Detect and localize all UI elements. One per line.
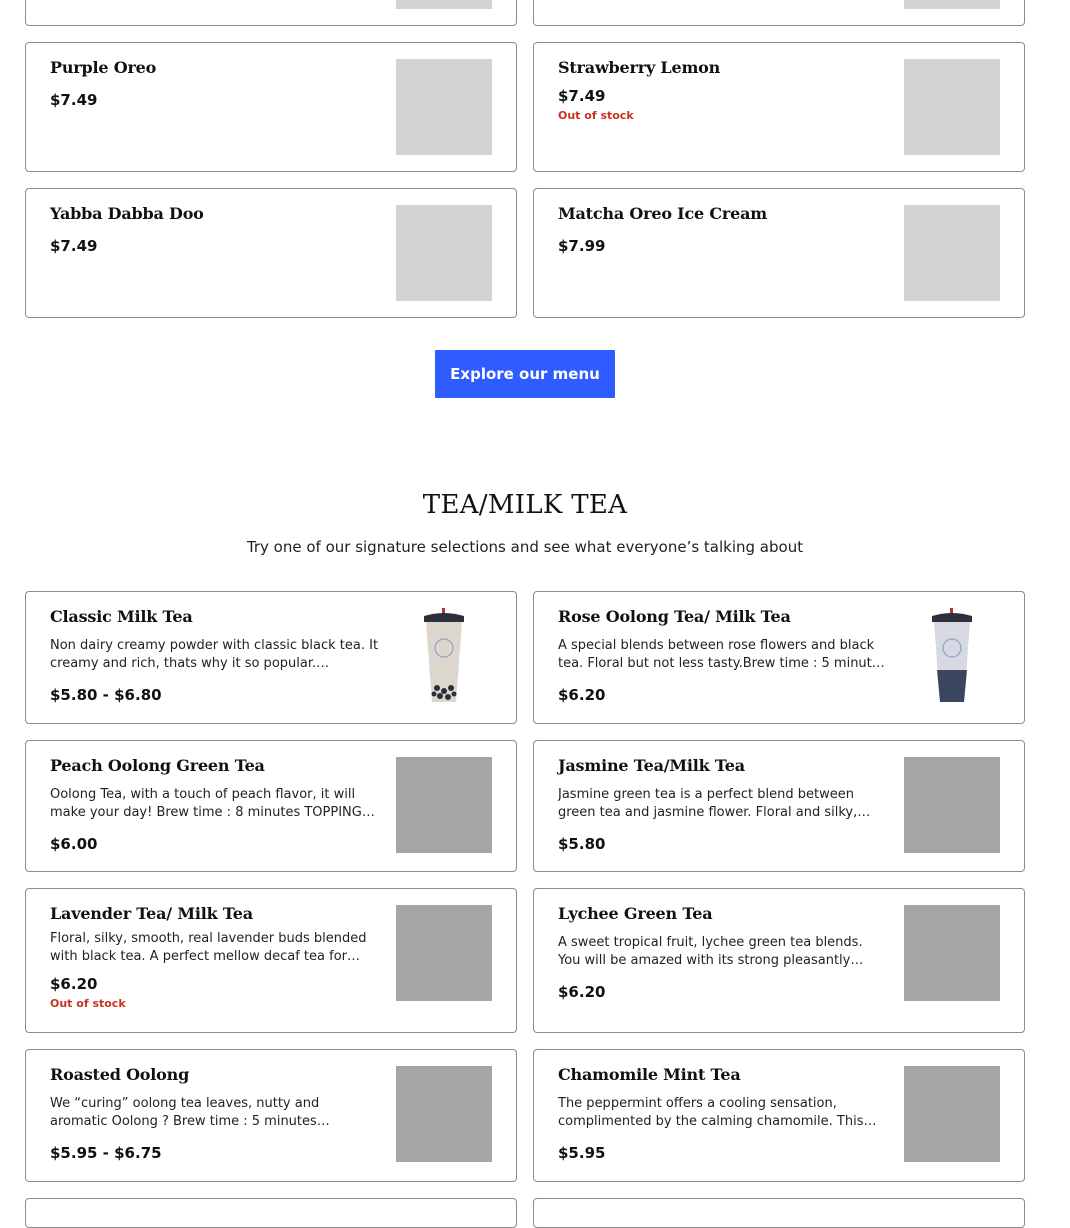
section-title: TEA/MILK TEA: [422, 490, 628, 520]
item-price: $7.49: [50, 237, 98, 255]
menu-item-card[interactable]: [25, 0, 517, 26]
item-name: Chamomile Mint Tea: [558, 1065, 741, 1084]
product-image-placeholder: [904, 0, 1000, 9]
product-image-placeholder: [904, 1066, 1000, 1162]
item-name: Rose Oolong Tea/ Milk Tea: [558, 607, 791, 626]
menu-item-card[interactable]: [25, 1198, 517, 1228]
menu-item-card[interactable]: [533, 1198, 1025, 1228]
menu-item-card[interactable]: Lychee Green Tea A sweet tropical fruit,…: [533, 888, 1025, 1033]
item-description: Oolong Tea, with a touch of peach flavor…: [50, 787, 371, 820]
item-description: Floral, silky, smooth, real lavender bud…: [50, 931, 367, 964]
product-image-placeholder: [396, 59, 492, 155]
product-image-placeholder: [396, 205, 492, 301]
item-price: $5.95 - $6.75: [50, 1144, 162, 1162]
product-image-placeholder: [904, 59, 1000, 155]
product-image-placeholder: [396, 0, 492, 9]
item-name: Purple Oreo: [50, 58, 157, 77]
item-description: We “curing” oolong tea leaves, nutty and…: [50, 1096, 320, 1129]
product-image-placeholder: [396, 905, 492, 1001]
item-description: A sweet tropical fruit, lychee green tea…: [558, 935, 863, 968]
menu-item-card[interactable]: [533, 0, 1025, 26]
milk-tea-cup-image: [396, 608, 492, 704]
item-price: $6.20: [558, 686, 606, 704]
explore-menu-button[interactable]: Explore our menu: [435, 350, 615, 398]
milk-tea-cup-image: [904, 608, 1000, 704]
item-price: $5.80: [558, 835, 606, 853]
section-subtitle: Try one of our signature selections and …: [246, 538, 804, 556]
item-price: $6.20: [558, 983, 606, 1001]
item-name: Lavender Tea/ Milk Tea: [50, 904, 253, 923]
item-description: A special blends between rose flowers an…: [558, 638, 887, 671]
product-image-placeholder: [396, 757, 492, 853]
item-price: $7.49: [50, 91, 98, 109]
out-of-stock-label: Out of stock: [558, 109, 634, 122]
menu-item-card[interactable]: Classic Milk Tea Non dairy creamy powder…: [25, 591, 517, 724]
item-name: Jasmine Tea/Milk Tea: [558, 756, 745, 775]
item-price: $5.95: [558, 1144, 606, 1162]
item-name: Strawberry Lemon: [558, 58, 721, 77]
item-price: $7.99: [558, 237, 606, 255]
item-price: $7.49: [558, 87, 606, 105]
item-name: Lychee Green Tea: [558, 904, 713, 923]
item-name: Matcha Oreo Ice Cream: [558, 204, 767, 223]
item-name: Roasted Oolong: [50, 1065, 190, 1084]
item-price: $6.20: [50, 975, 98, 993]
menu-item-card[interactable]: Matcha Oreo Ice Cream $7.99: [533, 188, 1025, 318]
item-name: Yabba Dabba Doo: [50, 204, 204, 223]
menu-item-card[interactable]: Strawberry Lemon $7.49 Out of stock: [533, 42, 1025, 172]
item-price: $6.00: [50, 835, 98, 853]
item-description: Jasmine green tea is a perfect blend bet…: [558, 787, 858, 820]
menu-item-card[interactable]: Lavender Tea/ Milk Tea Floral, silky, sm…: [25, 888, 517, 1033]
item-name: Classic Milk Tea: [50, 607, 193, 626]
item-name: Peach Oolong Green Tea: [50, 756, 265, 775]
menu-item-card[interactable]: Jasmine Tea/Milk Tea Jasmine green tea i…: [533, 740, 1025, 872]
menu-item-card[interactable]: Peach Oolong Green Tea Oolong Tea, with …: [25, 740, 517, 872]
product-image-placeholder: [904, 757, 1000, 853]
out-of-stock-label: Out of stock: [50, 997, 126, 1010]
product-image-placeholder: [904, 905, 1000, 1001]
item-description: Non dairy creamy powder with classic bla…: [50, 638, 379, 671]
menu-item-card[interactable]: Roasted Oolong We “curing” oolong tea le…: [25, 1049, 517, 1182]
menu-item-card[interactable]: Purple Oreo $7.49: [25, 42, 517, 172]
item-description: The peppermint offers a cooling sensatio…: [558, 1096, 864, 1129]
menu-item-card[interactable]: Chamomile Mint Tea The peppermint offers…: [533, 1049, 1025, 1182]
menu-item-card[interactable]: Yabba Dabba Doo $7.49: [25, 188, 517, 318]
product-image-placeholder: [904, 205, 1000, 301]
item-price: $5.80 - $6.80: [50, 686, 162, 704]
product-image-placeholder: [396, 1066, 492, 1162]
menu-item-card[interactable]: Rose Oolong Tea/ Milk Tea A special blen…: [533, 591, 1025, 724]
